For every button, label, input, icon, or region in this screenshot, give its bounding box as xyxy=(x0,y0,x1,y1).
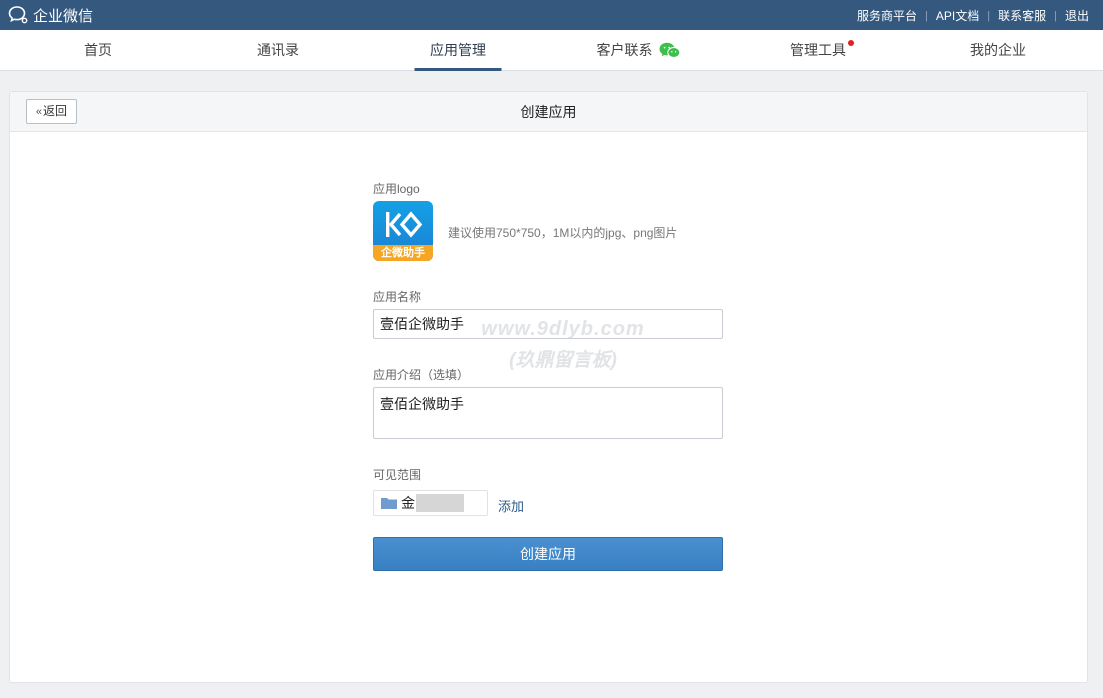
main-nav: 首页 通讯录 应用管理 客户联系 管理工具 我的企业 xyxy=(0,30,1103,71)
tab-label: 应用管理 xyxy=(430,42,486,58)
notification-dot xyxy=(848,40,854,46)
logout-link[interactable]: 退出 xyxy=(1065,7,1089,24)
scope-label: 可见范围 xyxy=(373,468,422,482)
tab-label: 管理工具 xyxy=(790,42,846,58)
page-title: 创建应用 xyxy=(520,104,577,120)
divider: | xyxy=(987,9,991,22)
create-app-button[interactable]: 创建应用 xyxy=(373,537,723,571)
tab-contacts[interactable]: 通讯录 xyxy=(186,30,370,71)
wecom-logo-icon xyxy=(8,6,28,24)
logo-label: 应用logo xyxy=(373,182,420,196)
tab-admin-tools[interactable]: 管理工具 xyxy=(726,30,910,71)
tab-label: 首页 xyxy=(84,42,112,58)
scope-item-label: 金 xyxy=(401,495,415,511)
double-chevron-left-icon: « xyxy=(35,106,43,118)
logo-hint: 建议使用750*750，1M以内的jpg、png图片 xyxy=(448,226,678,240)
wechat-icon xyxy=(659,42,680,59)
panel-header: 创建应用 «返回 xyxy=(10,92,1087,132)
brand[interactable]: 企业微信 xyxy=(8,5,93,25)
top-bar: 企业微信 服务商平台 | API文档 | 联系客服 | 退出 xyxy=(0,0,1103,30)
contact-support-link[interactable]: 联系客服 xyxy=(998,7,1046,24)
app-intro-textarea[interactable]: 壹佰企微助手 xyxy=(373,387,723,439)
visible-scope-item: 金 xyxy=(373,490,488,516)
folder-icon xyxy=(381,498,397,509)
tab-label: 客户联系 xyxy=(596,42,653,58)
brand-name: 企业微信 xyxy=(33,7,94,25)
tab-home[interactable]: 首页 xyxy=(6,30,190,71)
tab-customer-contact[interactable]: 客户联系 xyxy=(546,30,730,71)
back-label: 返回 xyxy=(43,104,68,118)
intro-label: 应用介绍（选填） xyxy=(373,368,470,382)
logo-badge-text: 企微助手 xyxy=(381,247,425,259)
top-links: 服务商平台 | API文档 | 联系客服 | 退出 xyxy=(857,7,1089,24)
redacted-text xyxy=(416,494,464,512)
divider: | xyxy=(925,9,928,22)
app-logo-upload[interactable]: 企微助手 xyxy=(373,201,433,261)
tab-label: 通讯录 xyxy=(257,42,299,58)
add-scope-link[interactable]: 添加 xyxy=(498,496,524,515)
tab-label: 我的企业 xyxy=(970,42,1026,58)
app-name-input[interactable]: 壹佰企微助手 xyxy=(373,309,723,339)
create-app-panel: 创建应用 «返回 应用logo 企微助手 建议使用750*750，1M以内的jp… xyxy=(9,91,1088,683)
service-provider-link[interactable]: 服务商平台 xyxy=(857,7,917,24)
tab-app-management[interactable]: 应用管理 xyxy=(366,30,550,71)
back-button[interactable]: «返回 xyxy=(26,99,77,124)
tab-my-company[interactable]: 我的企业 xyxy=(906,30,1090,71)
api-docs-link[interactable]: API文档 xyxy=(936,7,979,24)
name-label: 应用名称 xyxy=(373,290,422,304)
active-tab-indicator xyxy=(414,68,502,71)
divider: | xyxy=(1054,9,1057,22)
